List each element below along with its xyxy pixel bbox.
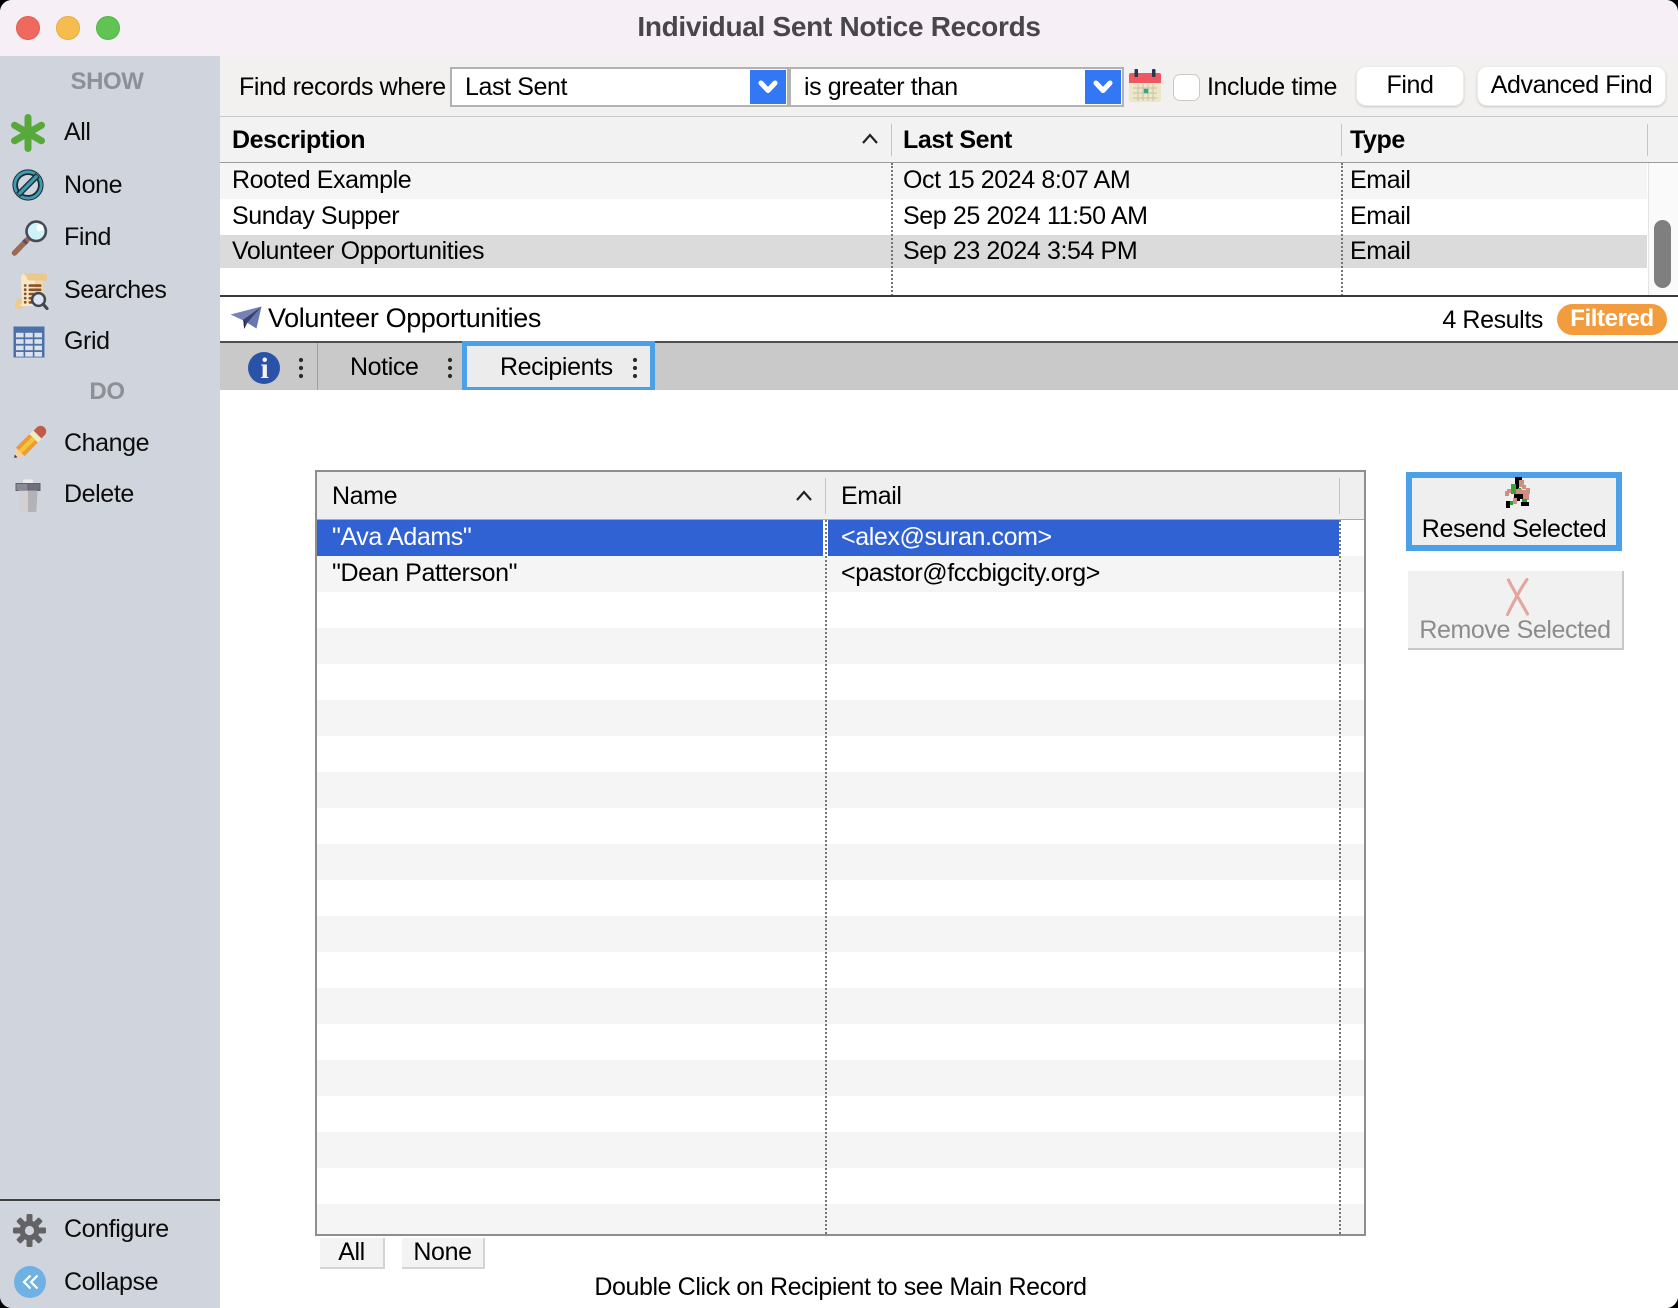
svg-text:i: i bbox=[261, 352, 269, 384]
